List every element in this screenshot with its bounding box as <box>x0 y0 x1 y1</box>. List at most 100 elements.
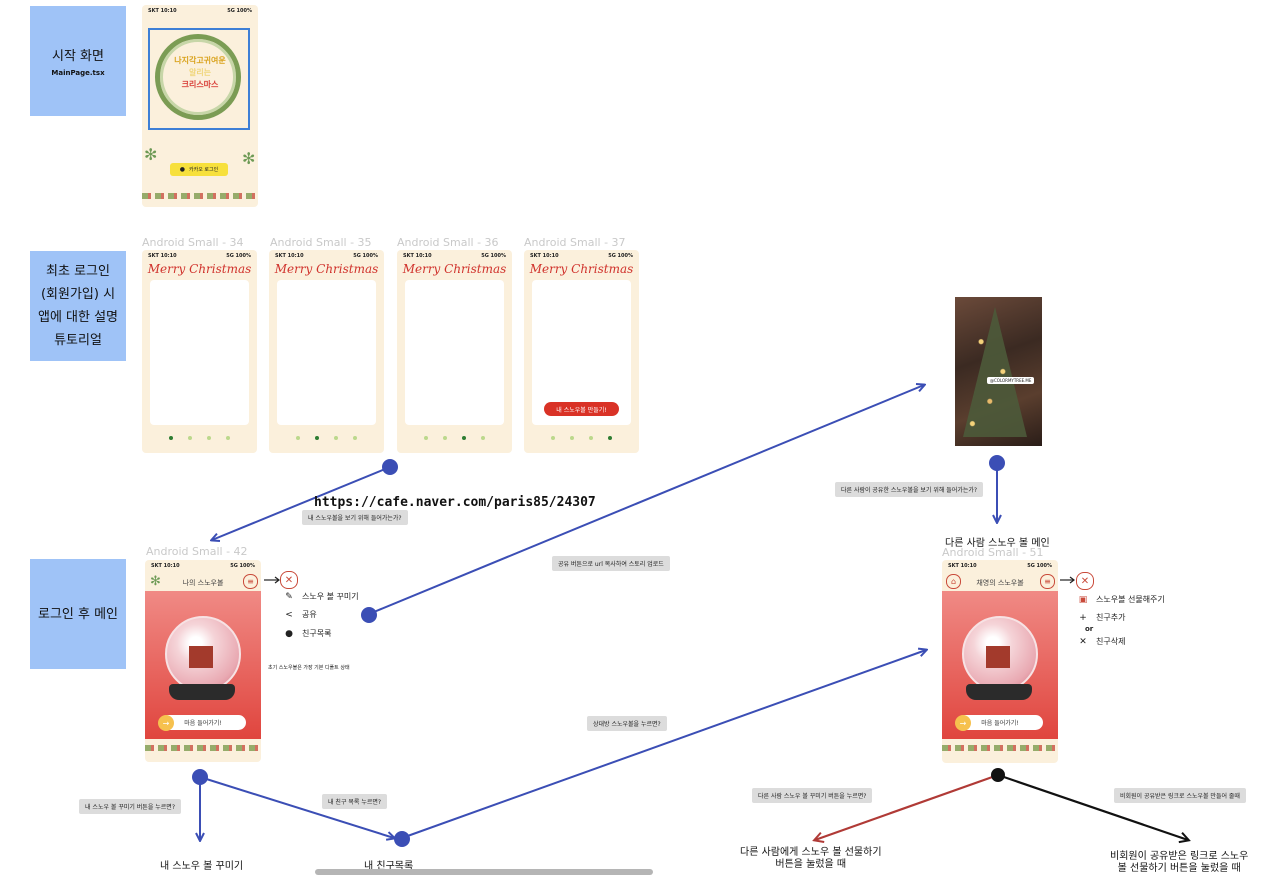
status-carrier: SKT 10:10 <box>948 563 977 569</box>
status-carrier: SKT 10:10 <box>148 253 177 259</box>
page-dot <box>334 436 338 440</box>
status-carrier: SKT 10:10 <box>530 253 559 259</box>
frame-title: Android Small - 42 <box>146 545 248 558</box>
kakao-login-button[interactable]: ● 카카오 로그인 <box>170 163 228 176</box>
section-first-login-line4: 튜토리얼 <box>54 333 102 348</box>
section-after-login-label: 로그인 후 메인 <box>37 606 119 622</box>
dest-nonmember-line1: 비회원이 공유받은 링크로 스노우 <box>1110 851 1249 862</box>
enter-heart-button[interactable]: → 마음 들어가기! <box>955 715 1043 731</box>
section-first-login-line1: 최초 로그인 <box>46 264 110 279</box>
story-screenshot: @COLORMYTREE.ME <box>955 297 1042 446</box>
globe-house <box>986 646 1010 668</box>
kakao-login-label: 카카오 로그인 <box>189 167 219 173</box>
reference-url[interactable]: https://cafe.naver.com/paris85/24307 <box>314 495 596 510</box>
enter-heart-button[interactable]: → 마음 들어가기! <box>158 715 246 731</box>
arrow-other-to-gift <box>815 773 999 840</box>
chat-bubble-icon: ● <box>179 166 186 173</box>
flow-node-tutorial <box>382 459 398 475</box>
note-friend-list-click: 내 친구 목록 누르면? <box>322 794 388 809</box>
flow-node-share <box>361 607 377 623</box>
status-carrier: SKT 10:10 <box>275 253 304 259</box>
menu-friends[interactable]: ● 친구목록 <box>284 628 331 639</box>
status-bar: SKT 10:10 5G 100% <box>145 563 261 571</box>
note-nonmember-click: 비회원이 공유받은 링크로 스노우볼 만들어 줄때 <box>1114 788 1246 803</box>
page-dots <box>269 436 384 440</box>
frame-title: Android Small - 37 <box>524 236 626 249</box>
section-start: 시작 화면 MainPage.tsx <box>30 6 126 116</box>
menu-add-friend[interactable]: + 친구추가 <box>1078 612 1125 623</box>
snowflake-icon: ✻ <box>144 145 158 164</box>
status-signal: 5G 100% <box>226 253 251 259</box>
menu-decorate[interactable]: ✎ 스노우 볼 꾸미기 <box>284 591 359 602</box>
page-dots <box>142 436 257 440</box>
menu-or: or <box>1085 625 1094 633</box>
close-menu-icon[interactable]: ✕ <box>1076 572 1094 590</box>
snowball-stage: → 마음 들어가기! <box>145 591 261 739</box>
status-bar: SKT 10:10 5G 100% <box>269 253 384 261</box>
page-dot <box>462 436 466 440</box>
make-snowball-button[interactable]: 내 스노우볼 만들기! <box>544 402 619 416</box>
note-decorate-click: 내 스노우 볼 꾸미기 버튼을 누르면? <box>79 799 182 814</box>
pencil-icon: ✎ <box>285 591 293 602</box>
my-main-frame: SKT 10:10 5G 100% ✻ 나의 스노우볼 ≡ → 마음 들어가기! <box>145 560 261 762</box>
note-gift-click: 다른 사람 스노우 볼 꾸미기 버튼을 누르면? <box>752 788 873 803</box>
menu-friends-label: 친구목록 <box>302 629 332 638</box>
status-bar: SKT 10:10 5G 100% <box>142 253 257 261</box>
dest-decorate: 내 스노우 볼 꾸미기 <box>160 861 244 872</box>
status-bar: SKT 10:10 5G 100% <box>942 563 1058 571</box>
wreath-text: 나지각고귀여운 알리는 크리스마스 <box>162 55 238 91</box>
status-bar: SKT 10:10 5G 100% <box>524 253 639 261</box>
close-menu-icon[interactable]: ✕ <box>280 571 298 589</box>
frame-title: Android Small - 51 <box>942 546 1044 559</box>
page-dot <box>589 436 593 440</box>
page-dot <box>608 436 612 440</box>
garland <box>942 745 1058 751</box>
menu-icon[interactable]: ≡ <box>243 574 258 589</box>
page-dot <box>169 436 173 440</box>
gift-icon: ▣ <box>1078 594 1088 605</box>
wreath-line3: 크리스마스 <box>181 80 219 89</box>
share-icon: < <box>285 609 293 620</box>
status-carrier: SKT 10:10 <box>148 8 177 14</box>
status-signal: 5G 100% <box>1027 563 1052 569</box>
menu-remove-friend[interactable]: ✕ 친구삭제 <box>1078 636 1125 647</box>
page-dot <box>315 436 319 440</box>
merry-christmas-heading: Merry Christmas <box>529 262 634 276</box>
menu-decorate-label: 스노우 볼 꾸미기 <box>302 592 359 601</box>
page-dot <box>443 436 447 440</box>
menu-gift[interactable]: ▣ 스노우볼 선물해주기 <box>1078 594 1165 605</box>
flow-node-story <box>989 455 1005 471</box>
flow-node-other <box>991 768 1005 782</box>
page-dot <box>188 436 192 440</box>
page-dot <box>353 436 357 440</box>
story-tag: @COLORMYTREE.ME <box>987 377 1035 384</box>
arrow-friends-to-other <box>401 650 926 839</box>
page-dot <box>551 436 555 440</box>
frame-title: Android Small - 35 <box>270 236 372 249</box>
note-other-ball-click: 상대방 스노우볼을 누르면? <box>587 716 667 731</box>
frame-title: Android Small - 36 <box>397 236 499 249</box>
snowball-stage: → 마음 들어가기! <box>942 591 1058 739</box>
dest-gift-line1: 다른 사람에게 스노우 볼 선물하기 <box>740 847 882 858</box>
status-bar: SKT 10:10 5G 100% <box>142 8 258 16</box>
horizontal-scrollbar[interactable] <box>315 869 653 875</box>
page-dot <box>296 436 300 440</box>
snowflake-icon: ✻ <box>242 149 256 168</box>
arrow-right-icon: → <box>955 715 971 731</box>
status-signal: 5G 100% <box>608 253 633 259</box>
tree-lights <box>955 297 1042 446</box>
menu-icon[interactable]: ≡ <box>1040 574 1055 589</box>
menu-share[interactable]: < 공유 <box>284 609 317 620</box>
arrow-right-icon: → <box>158 715 174 731</box>
remove-friend-icon: ✕ <box>1079 636 1087 647</box>
status-signal: 5G 100% <box>230 563 255 569</box>
tutorial-card <box>277 280 376 425</box>
section-first-login: 최초 로그인 (회원가입) 시 앱에 대한 설명 튜토리얼 <box>30 251 126 361</box>
section-start-file: MainPage.tsx <box>51 68 105 77</box>
tutorial-card <box>405 280 504 425</box>
status-carrier: SKT 10:10 <box>403 253 432 259</box>
start-screen-frame: SKT 10:10 5G 100% 나지각고귀여운 알리는 크리스마스 ✻ ✻ ●… <box>142 5 258 207</box>
dest-nonmember-line2: 볼 선물하기 버튼을 눌렀을 때 <box>1117 863 1241 874</box>
dest-nonmember: 비회원이 공유받은 링크로 스노우 볼 선물하기 버튼을 눌렀을 때 <box>1110 851 1248 875</box>
page-dot <box>424 436 428 440</box>
